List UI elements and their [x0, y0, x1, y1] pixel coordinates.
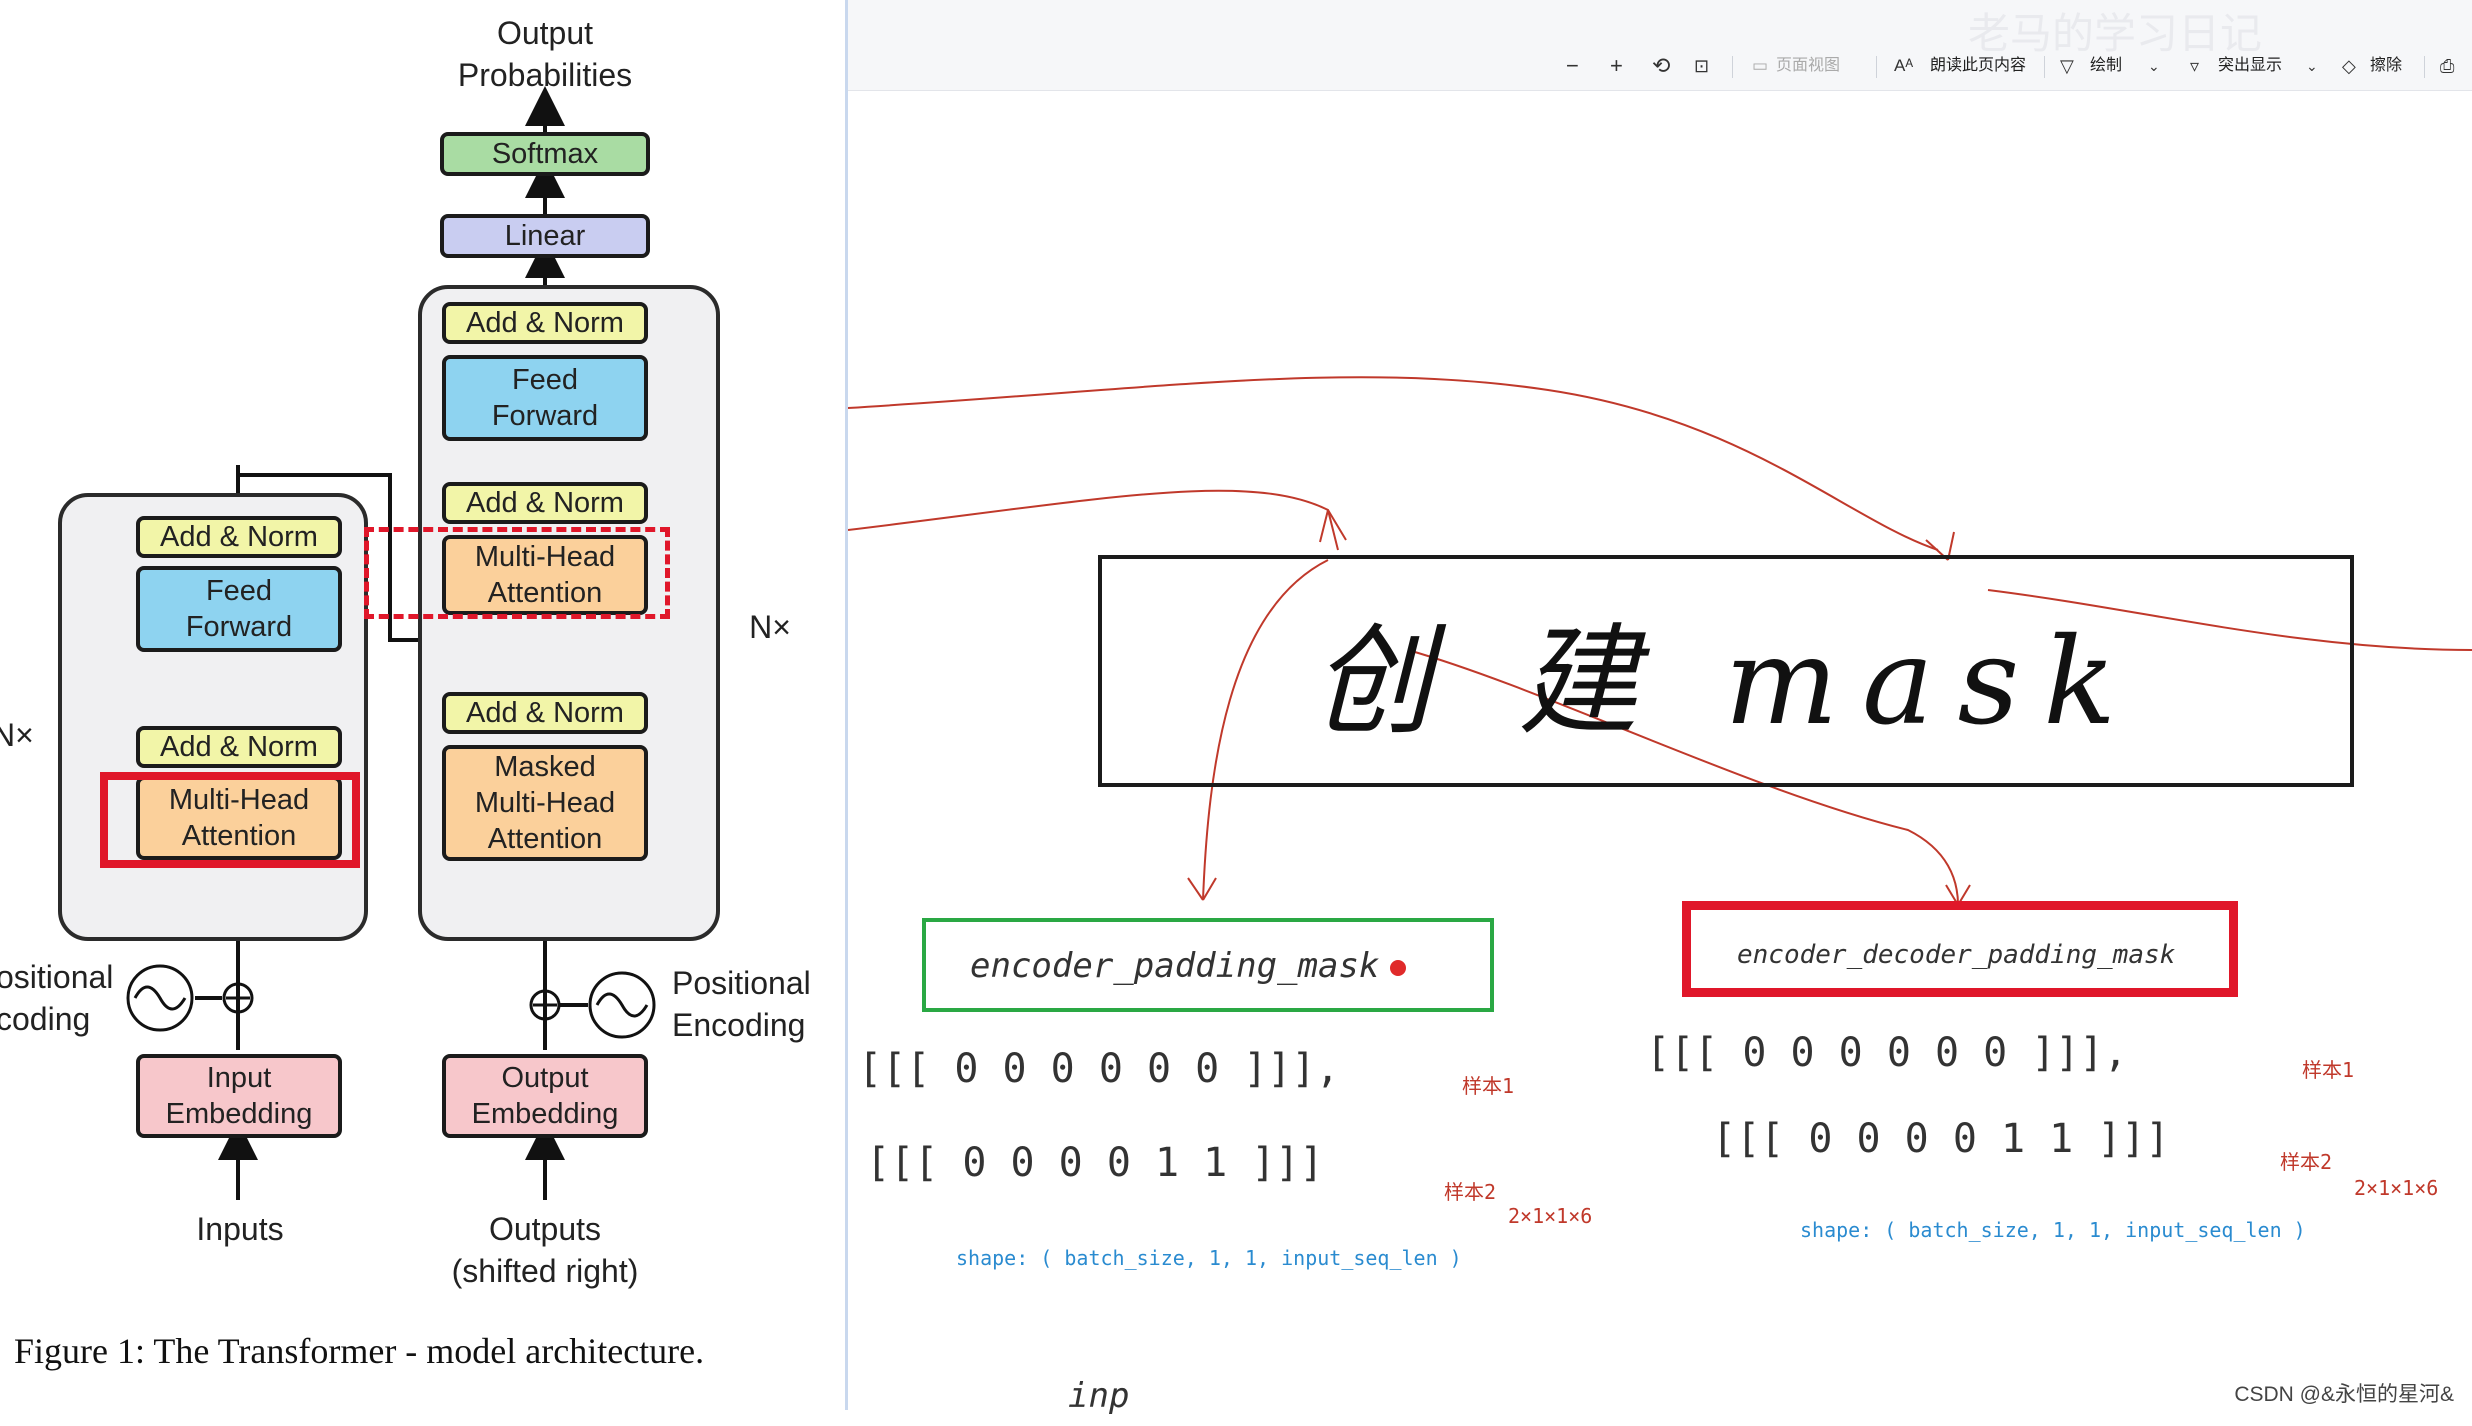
create-mask-title: 创 建 mask [1312, 613, 2140, 752]
chevron-down-icon[interactable]: ⌄ [2306, 52, 2318, 80]
encoder-padding-mask-label: encoder_padding_mask [970, 946, 1380, 986]
toolbar-divider [2044, 56, 2045, 78]
decoder-mask-row-1: [[[ 0 0 0 0 0 0 ]]], [1646, 1030, 2128, 1076]
decoder-mask-row-2: [[[ 0 0 0 0 1 1 ]]] [1712, 1116, 2170, 1162]
decoder-add-norm-3: Add & Norm [442, 302, 648, 344]
page-view-button: 页面视图 [1776, 57, 1841, 74]
erase-button[interactable]: 擦除 [2370, 52, 2402, 80]
fit-icon[interactable]: ⊡ [1694, 52, 1709, 80]
output-embedding-block: Output Embedding [442, 1054, 648, 1138]
figure-caption: Figure 1: The Transformer - model archit… [14, 1331, 705, 1371]
draw-button[interactable]: 绘制 [2090, 52, 2122, 80]
encoder-sample-2-label: 样本2 [1444, 1180, 1497, 1204]
encoder-attention-highlight [100, 772, 360, 868]
decoder-masked-attention: Masked Multi-Head Attention [442, 745, 648, 861]
encoder-add-norm-1: Add & Norm [136, 726, 342, 768]
decoder-sample-2-label: 样本2 [2280, 1150, 2333, 1174]
csdn-watermark: CSDN @&永恒的星河& [2234, 1383, 2454, 1406]
outputs-label: Outputs (shifted right) [451, 1211, 639, 1289]
chevron-down-icon[interactable]: ⌄ [2148, 52, 2160, 80]
encoder-nx-label: N× [0, 717, 34, 753]
output-probabilities-label: Output Probabilities [457, 15, 633, 93]
read-aloud-icon: Aᴬ [1894, 56, 1914, 75]
toolbar-divider [1732, 56, 1733, 78]
cross-attention-highlight [364, 527, 670, 619]
encoder-feed-forward: Feed Forward [136, 566, 342, 652]
toolbar-divider [1876, 56, 1877, 78]
eraser-icon: ◇ [2342, 56, 2356, 76]
highlight-icon: ▿ [2190, 56, 2200, 76]
decoder-dims-label: 2×1×1×6 [2354, 1176, 2439, 1200]
decoder-feed-forward: Feed Forward [442, 355, 648, 441]
input-embedding-block: Input Embedding [136, 1054, 342, 1138]
softmax-block: Softmax [440, 132, 650, 176]
encoder-mask-row-2: [[[ 0 0 0 0 1 1 ]]] [866, 1140, 1324, 1186]
zoom-in-icon[interactable]: + [1610, 52, 1623, 80]
pen-line-upper [848, 376, 1939, 551]
inputs-label: Inputs [196, 1211, 284, 1247]
decoder-shape-label: shape: ( batch_size, 1, 1, input_seq_len… [1800, 1218, 2306, 1242]
encoder-decoder-padding-mask-label: encoder_decoder_padding_mask [1737, 940, 2176, 970]
positional-encoding-left-label: ositional coding [0, 959, 114, 1037]
decoder-nx-label: N× [749, 609, 791, 645]
rotate-icon[interactable]: ⟲ [1652, 52, 1670, 80]
decoder-add-norm-2: Add & Norm [442, 482, 648, 524]
decoder-sample-1-label: 样本1 [2302, 1058, 2355, 1082]
positional-encoding-right-label: Positional Encoding [672, 965, 811, 1043]
viewer-toolbar: 老马的学习日记 − + ⟲ ⊡ ▭ 页面视图 Aᴬ 朗读此页内容 ▽ 绘制 ⌄ … [848, 0, 2472, 91]
zoom-out-icon[interactable]: − [1566, 52, 1579, 80]
encoder-decoder-padding-mask-box: encoder_decoder_padding_mask [1682, 901, 2238, 997]
decoder-add-norm-1: Add & Norm [442, 692, 648, 734]
draw-icon: ▽ [2060, 56, 2074, 76]
pen-cursor-icon [1390, 960, 1406, 976]
linear-block: Linear [440, 214, 650, 258]
encoder-stack [58, 493, 368, 941]
create-mask-box: 创 建 mask [1098, 555, 2354, 787]
pen-line-lower [848, 489, 1339, 551]
page-view-icon: ▭ [1752, 56, 1769, 75]
encoder-dims-label: 2×1×1×6 [1508, 1204, 1593, 1228]
paper-figure-panel: Output Probabilities Softmax Linear Add &… [0, 0, 848, 1410]
read-aloud-button[interactable]: 朗读此页内容 [1930, 52, 2026, 80]
print-icon[interactable]: ⎙ [2440, 52, 2454, 80]
encoder-add-norm-2: Add & Norm [136, 516, 342, 558]
encoder-padding-mask-box: encoder_padding_mask [922, 918, 1494, 1012]
encoder-mask-row-1: [[[ 0 0 0 0 0 0 ]]], [858, 1046, 1340, 1092]
highlight-button[interactable]: 突出显示 [2218, 52, 2282, 80]
toolbar-divider [2424, 56, 2425, 78]
inp-scribble: inp [1068, 1376, 1130, 1416]
encoder-shape-label: shape: ( batch_size, 1, 1, input_seq_len… [956, 1246, 1462, 1270]
encoder-sample-1-label: 样本1 [1462, 1074, 1515, 1098]
